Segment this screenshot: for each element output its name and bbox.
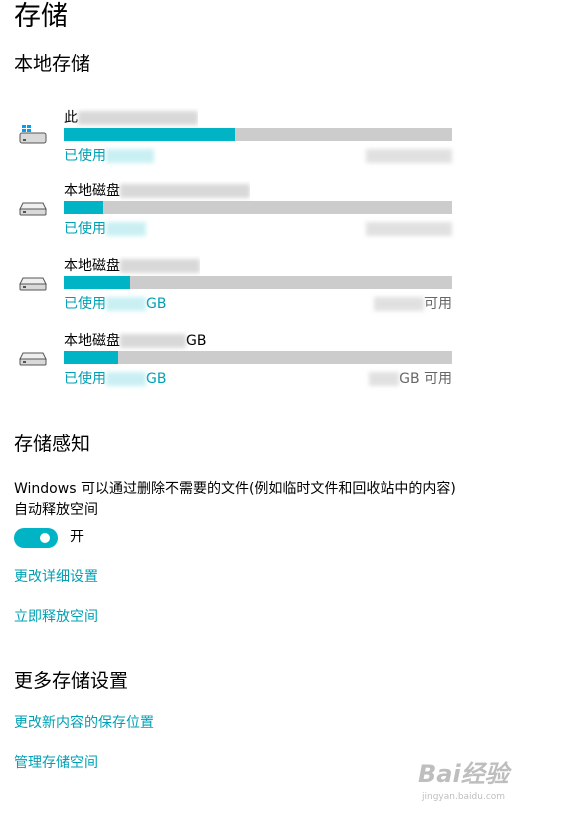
watermark-url: jingyan.baidu.com xyxy=(422,792,506,802)
used-label: 已使用 xyxy=(64,221,106,237)
usage-bar xyxy=(64,276,452,289)
storage-sense-toggle[interactable] xyxy=(14,528,58,548)
used-unit: GB xyxy=(146,296,167,312)
local-storage-heading: 本地存储 xyxy=(14,53,91,75)
page-title: 存储 xyxy=(14,1,68,32)
free-label: GB 可用 xyxy=(399,371,452,387)
free-space-now-link[interactable]: 立即释放空间 xyxy=(14,607,98,627)
watermark-logo: Bai经验 xyxy=(418,760,509,788)
usage-bar xyxy=(64,201,452,214)
drive-name-suffix: GB xyxy=(186,333,207,349)
more-storage-settings-heading: 更多存储设置 xyxy=(14,670,129,692)
disk-drive-icon xyxy=(19,202,47,216)
usage-bar-fill xyxy=(64,276,130,289)
disk-drive-icon xyxy=(19,277,47,291)
used-label: 已使用 xyxy=(64,296,106,312)
drive-item[interactable]: 此 已使用 xyxy=(0,108,570,170)
toggle-state-label: 开 xyxy=(70,529,84,545)
drive-name: 本地磁盘 xyxy=(64,333,120,349)
drive-name: 本地磁盘 xyxy=(64,183,120,199)
drive-item[interactable]: 本地磁盘 已使用 GB 可用 xyxy=(0,256,570,318)
storage-sense-heading: 存储感知 xyxy=(14,433,91,455)
usage-bar-fill xyxy=(64,128,235,141)
used-label: 已使用 xyxy=(64,148,106,164)
usage-bar xyxy=(64,351,452,364)
drive-item[interactable]: 本地磁盘 GB 已使用 GB GB 可用 xyxy=(0,331,570,393)
drive-name: 本地磁盘 xyxy=(64,258,120,274)
usage-bar-fill xyxy=(64,201,103,214)
manage-storage-spaces-link[interactable]: 管理存储空间 xyxy=(14,753,98,773)
free-label: 可用 xyxy=(424,296,452,312)
drive-item[interactable]: 本地磁盘 已使用 xyxy=(0,181,570,243)
change-settings-link[interactable]: 更改详细设置 xyxy=(14,567,98,587)
windows-drive-icon xyxy=(19,125,47,144)
storage-sense-description: Windows 可以通过删除不需要的文件(例如临时文件和回收站中的内容)自动释放… xyxy=(14,481,456,518)
change-save-location-link[interactable]: 更改新内容的保存位置 xyxy=(14,713,154,733)
usage-bar xyxy=(64,128,452,141)
drive-name: 此 xyxy=(64,110,78,126)
used-label: 已使用 xyxy=(64,371,106,387)
usage-bar-fill xyxy=(64,351,119,364)
toggle-knob xyxy=(40,533,50,543)
disk-drive-icon xyxy=(19,352,47,366)
baidu-watermark: Bai经验 jingyan.baidu.com xyxy=(418,759,558,809)
used-unit: GB xyxy=(146,371,167,387)
